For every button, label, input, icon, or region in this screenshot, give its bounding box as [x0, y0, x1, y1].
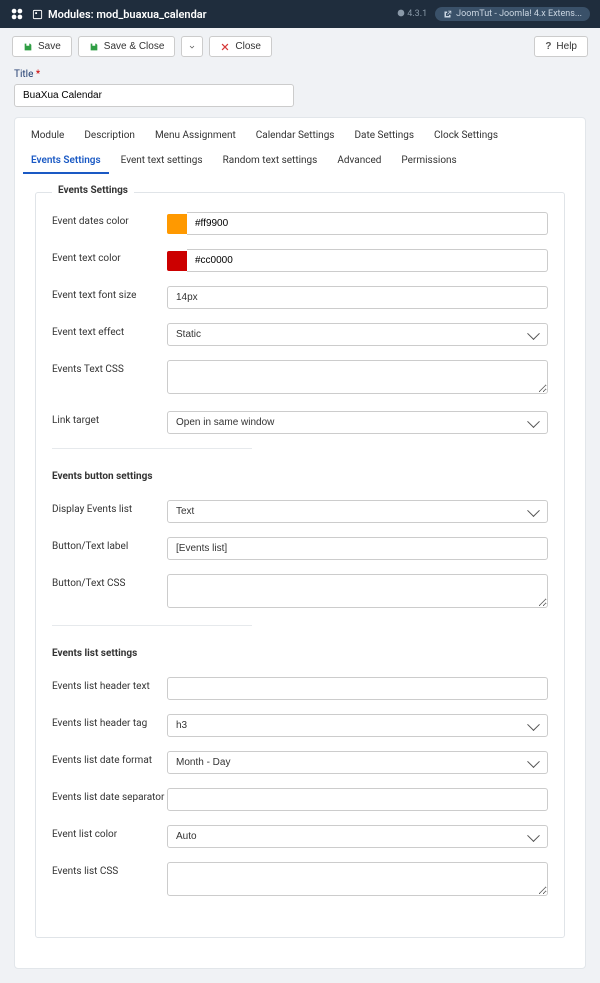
tab-calendar-settings[interactable]: Calendar Settings [248, 124, 343, 149]
save-button[interactable]: Save [12, 36, 72, 57]
tab-advanced[interactable]: Advanced [329, 149, 389, 174]
tab-menu-assignment[interactable]: Menu Assignment [147, 124, 244, 149]
label-text-effect: Event text effect [52, 323, 167, 338]
label-header-text: Events list header text [52, 677, 167, 692]
label-events-text-css: Events Text CSS [52, 360, 167, 375]
tab-description[interactable]: Description [76, 124, 143, 149]
main-card: ModuleDescriptionMenu AssignmentCalendar… [14, 117, 586, 969]
list-css-input[interactable] [167, 862, 548, 896]
divider [52, 625, 252, 626]
save-icon [23, 42, 33, 52]
event-text-color-input[interactable] [187, 249, 548, 272]
chevron-down-icon [188, 43, 196, 51]
label-button-text: Button/Text label [52, 537, 167, 552]
date-separator-input[interactable] [167, 788, 548, 811]
divider [52, 448, 252, 449]
section-button-head: Events button settings [52, 471, 548, 482]
tab-event-text-settings[interactable]: Event text settings [113, 149, 211, 174]
tab-date-settings[interactable]: Date Settings [346, 124, 422, 149]
tab-random-text-settings[interactable]: Random text settings [215, 149, 326, 174]
close-button[interactable]: Close [209, 36, 272, 57]
toolbar: Save Save & Close Close ? Help [0, 28, 600, 65]
tab-module[interactable]: Module [23, 124, 72, 149]
external-link-icon [443, 10, 452, 19]
version-badge: 4.3.1 [397, 9, 427, 19]
label-button-css: Button/Text CSS [52, 574, 167, 589]
button-css-input[interactable] [167, 574, 548, 608]
help-button[interactable]: ? Help [534, 36, 588, 57]
module-icon [32, 9, 43, 20]
section-list-head: Events list settings [52, 648, 548, 659]
joomla-logo-icon [10, 7, 24, 21]
label-header-tag: Events list header tag [52, 714, 167, 729]
date-format-select[interactable]: Month - Day [167, 751, 548, 774]
title-label: Title * [14, 69, 586, 80]
tab-permissions[interactable]: Permissions [393, 149, 464, 174]
help-icon: ? [545, 41, 551, 52]
label-event-dates-color: Event dates color [52, 212, 167, 227]
label-list-color: Event list color [52, 825, 167, 840]
tab-clock-settings[interactable]: Clock Settings [426, 124, 506, 149]
tabs: ModuleDescriptionMenu AssignmentCalendar… [15, 118, 585, 174]
display-list-select[interactable]: Text [167, 500, 548, 523]
event-dates-color-swatch[interactable] [167, 214, 187, 234]
events-text-css-input[interactable] [167, 360, 548, 394]
extension-link[interactable]: JoomTut - Joomla! 4.x Extens... [435, 7, 590, 21]
save-dropdown-toggle[interactable] [181, 36, 203, 57]
page-title: Modules: mod_buaxua_calendar [32, 8, 207, 21]
button-text-input[interactable] [167, 537, 548, 560]
label-display-list: Display Events list [52, 500, 167, 515]
link-target-select[interactable]: Open in same window [167, 411, 548, 434]
header-text-input[interactable] [167, 677, 548, 700]
event-text-color-swatch[interactable] [167, 251, 187, 271]
label-event-text-color: Event text color [52, 249, 167, 264]
save-close-button[interactable]: Save & Close [78, 36, 176, 57]
label-date-separator: Events list date separator [52, 788, 167, 803]
top-bar: Modules: mod_buaxua_calendar 4.3.1 JoomT… [0, 0, 600, 28]
label-list-css: Events list CSS [52, 862, 167, 877]
events-settings-fieldset: Events Settings Event dates color Event … [35, 192, 565, 938]
title-input[interactable] [14, 84, 294, 107]
close-icon [220, 42, 230, 52]
list-color-select[interactable]: Auto [167, 825, 548, 848]
label-date-format: Events list date format [52, 751, 167, 766]
save-icon [89, 42, 99, 52]
header-tag-select[interactable]: h3 [167, 714, 548, 737]
event-dates-color-input[interactable] [187, 212, 548, 235]
text-effect-select[interactable]: Static [167, 323, 548, 346]
label-font-size: Event text font size [52, 286, 167, 301]
label-link-target: Link target [52, 411, 167, 426]
tab-events-settings[interactable]: Events Settings [23, 149, 109, 174]
fieldset-legend: Events Settings [52, 185, 134, 196]
font-size-input[interactable] [167, 286, 548, 309]
